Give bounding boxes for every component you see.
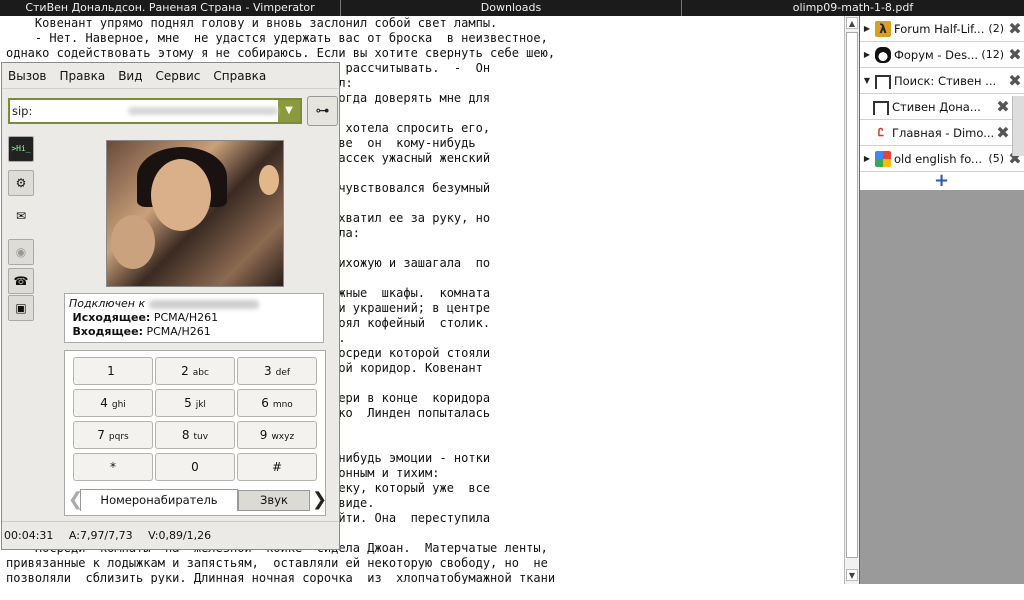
key-0[interactable]: 0 [155,453,235,481]
softphone-window: Вызов Правка Вид Сервис Справка sip: ▼ ⊶… [1,62,340,550]
tab-label: old english fo... [894,151,983,166]
key-8[interactable]: 8 tuv [155,421,235,449]
half-life-icon: λ [875,20,891,37]
tab-label: Стивен Дона... [892,99,981,114]
sidebar-tab-google[interactable]: ▶ old english fo... (5) ✖ [860,146,1024,172]
expand-icon[interactable]: ▶ [862,24,872,33]
bottom-strip [0,584,1024,600]
tab-label: Форум - Des... [894,47,979,62]
document-line: однако содействовать этому я не собираюс… [6,46,556,60]
status-bar: 00:04:31 A:7,97/7,73 V:0,89/1,26 [2,521,339,549]
key-6[interactable]: 6 mno [237,389,317,417]
document-line: привязанные к лодыжкам и запястьям, оста… [6,556,548,570]
document-line: Ковенант упрямо поднял голову и вновь за… [6,16,498,30]
sidebar-tab-search[interactable]: ▼ Поиск: Стивен ... ✖ [860,68,1024,94]
sip-address-combo[interactable]: sip: ▼ [8,98,302,124]
close-icon[interactable]: ✖ [1006,71,1024,90]
audio-stats: A:7,97/7,73 [68,529,133,542]
sip-address-input[interactable]: sip: [10,100,128,122]
title-tab-vimperator[interactable]: СтиВен Дональдсон. Раненая Страна - Vimp… [0,0,341,16]
new-tab-plus-icon[interactable]: + [934,172,949,190]
tab-count: (2) [988,22,1004,35]
sidebar-tab-halflife[interactable]: ▶ λ Forum Half-Lif... (2) ✖ [860,16,1024,42]
webcam-button[interactable]: ◉ [8,239,34,265]
menu-view[interactable]: Вид [118,69,142,83]
menu-help[interactable]: Справка [213,69,266,83]
panel-tabs: ❮ Номеронабиратель Звук ❯ [64,488,327,512]
title-tab-downloads[interactable]: Downloads [341,0,682,16]
key-4[interactable]: 4 ghi [73,389,153,417]
close-icon[interactable]: ✖ [1006,45,1024,64]
collapse-icon[interactable]: ▼ [862,76,872,85]
chat-button[interactable]: >Hi_ [8,136,34,162]
sidebar-tab-stiven[interactable]: Стивен Дона... ✖ [860,94,1024,120]
connection-info: Подключен к Исходящее: PCMA/H261 Входяще… [64,293,324,343]
key-7[interactable]: 7 pqrs [73,421,153,449]
key-9[interactable]: 9 wxyz [237,421,317,449]
blurred-address [128,107,278,115]
arch-icon [875,74,891,89]
hold-button[interactable]: ▣ [8,295,34,321]
scroll-down-icon[interactable]: ▼ [846,569,858,581]
settings-button[interactable]: ⚙ [8,170,34,196]
expand-icon[interactable]: ▶ [862,50,872,59]
handset-icon: ⊶ [315,103,330,119]
close-icon[interactable]: ✖ [994,123,1012,142]
tab-count: (12) [981,48,1004,61]
tab-sidebar: ▶ λ Forum Half-Lif... (2) ✖ ▶ Форум - De… [859,16,1024,584]
tab-sound[interactable]: Звук [238,490,310,511]
top-bar: СтиВен Дональдсон. Раненая Страна - Vimp… [0,0,1024,16]
chevron-down-icon[interactable]: ▼ [278,100,300,122]
blurred-contact [148,299,259,309]
chevron-right-icon[interactable]: ❯ [312,489,327,510]
incoming-label: Входящее: [72,325,143,338]
key-hash[interactable]: # [237,453,317,481]
dimo-icon: Ꮭ [877,125,885,139]
call-duration: 00:04:31 [4,529,54,542]
key-star[interactable]: * [73,453,153,481]
expand-icon[interactable]: ▶ [862,154,872,163]
penguin-icon [875,46,891,63]
outgoing-codec: PCMA/H261 [153,311,219,324]
scroll-thumb[interactable] [846,32,858,558]
title-tab-pdf[interactable]: olimp09-math-1-8.pdf [682,0,1024,16]
document-line: - Нет. Наверное, мне не удастся удержать… [6,31,548,45]
video-preview [106,140,284,287]
key-1[interactable]: 1 [73,357,153,385]
tab-dialer[interactable]: Номеронабиратель [80,489,238,511]
video-stats: V:0,89/1,26 [148,529,212,542]
menu-bar: Вызов Правка Вид Сервис Справка [2,63,339,89]
outgoing-label: Исходящее: [72,311,151,324]
key-3[interactable]: 3 def [237,357,317,385]
tab-count: (5) [988,152,1004,165]
incoming-codec: PCMA/H261 [146,325,211,338]
sidebar-tab-dimo[interactable]: Ꮭ Главная - Dimo... ✖ [860,120,1024,146]
message-button[interactable]: ✉ [8,204,34,230]
tab-label: Поиск: Стивен ... [894,73,997,88]
sidebar-tab-forum[interactable]: ▶ Форум - Des... (12) ✖ [860,42,1024,68]
close-icon[interactable]: ✖ [994,97,1012,116]
call-button[interactable]: ⊶ [307,96,338,126]
tab-label: Forum Half-Lif... [894,21,985,36]
document-scrollbar[interactable]: ▲ ▼ [844,16,859,584]
scroll-up-icon[interactable]: ▲ [846,17,858,29]
close-icon[interactable]: ✖ [1006,19,1024,38]
document-line: позволяли сблизить руки. Длинная ночная … [6,571,556,584]
arch-icon [873,100,889,115]
key-5[interactable]: 5 jkl [155,389,235,417]
tab-tree: ▶ λ Forum Half-Lif... (2) ✖ ▶ Форум - De… [860,16,1024,190]
menu-edit[interactable]: Правка [60,69,106,83]
menu-call[interactable]: Вызов [8,69,47,83]
key-2[interactable]: 2 abc [155,357,235,385]
menu-service[interactable]: Сервис [156,69,201,83]
contacts-button[interactable]: ☎ [8,268,34,294]
tab-tree-scrollbar[interactable] [1012,96,1024,156]
connected-label: Подключен к [69,297,146,310]
tab-label: Главная - Dimo... [892,125,994,140]
google-icon [875,150,891,167]
